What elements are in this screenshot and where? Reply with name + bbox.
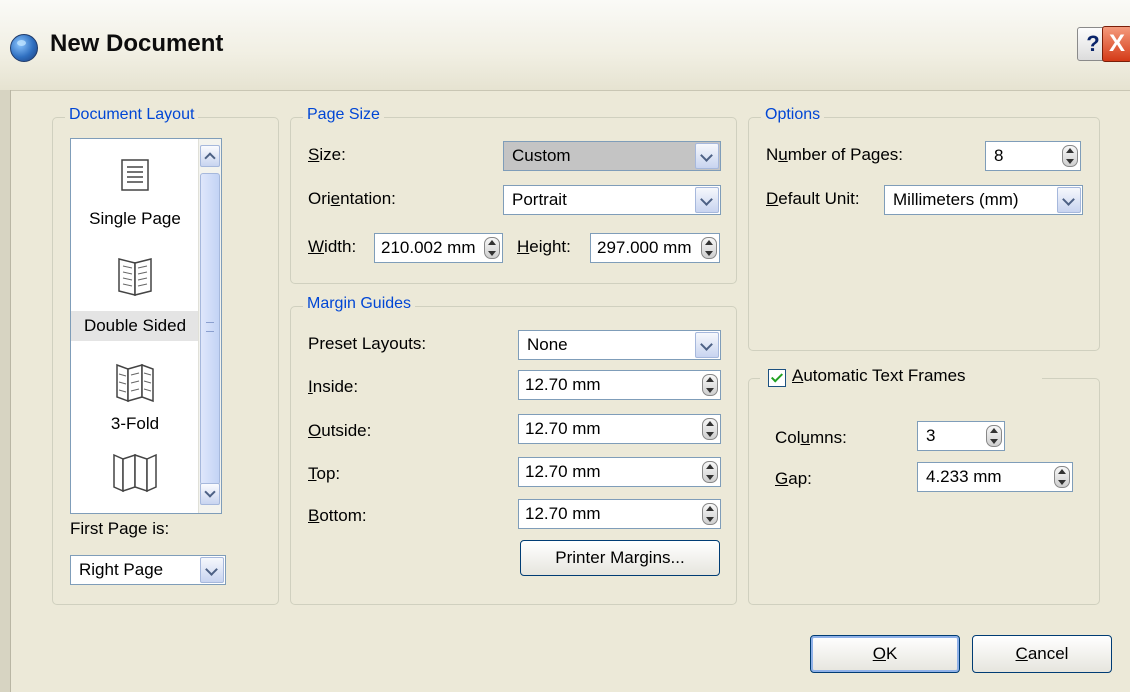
columns-value: 3 — [926, 426, 936, 445]
orientation-value: Portrait — [512, 190, 567, 209]
document-layout-legend: Document Layout — [65, 106, 199, 124]
document-layout-list[interactable]: Single Page Double Sided 3-Fold — [70, 138, 222, 514]
size-label: Size: — [308, 145, 346, 164]
printer-margins-button[interactable]: Printer Margins... — [520, 540, 720, 576]
scroll-grip-icon — [206, 322, 214, 332]
columns-spinner[interactable] — [986, 425, 1002, 447]
top-label: Top: — [308, 464, 341, 483]
globe-icon — [10, 34, 38, 62]
number-of-pages-label: Number of Pages: — [766, 145, 904, 164]
columns-input[interactable]: 3 — [917, 421, 1005, 451]
gap-input[interactable]: 4.233 mm — [917, 462, 1073, 492]
chevron-down-icon[interactable] — [695, 187, 719, 213]
number-of-pages-value: 8 — [994, 146, 1004, 165]
page-size-legend: Page Size — [303, 106, 384, 124]
layout-item-single-page[interactable]: Single Page — [71, 159, 199, 231]
margin-guides-legend: Margin Guides — [303, 295, 416, 313]
height-value: 297.000 mm — [597, 238, 692, 257]
outside-input[interactable]: 12.70 mm — [518, 414, 721, 444]
chevron-down-icon[interactable] — [695, 332, 719, 358]
close-button[interactable]: X — [1102, 26, 1130, 62]
columns-label: Columns: — [775, 428, 847, 447]
size-select[interactable]: Custom — [503, 141, 721, 171]
width-spinner[interactable] — [484, 237, 500, 259]
number-of-pages-input[interactable]: 8 — [985, 141, 1081, 171]
gap-value: 4.233 mm — [926, 467, 1002, 486]
width-value: 210.002 mm — [381, 238, 476, 257]
double-sided-icon — [118, 258, 152, 296]
default-unit-value: Millimeters (mm) — [893, 190, 1019, 209]
outside-value: 12.70 mm — [525, 419, 601, 438]
title-bar: New Document ? X — [0, 0, 1130, 91]
inside-input[interactable]: 12.70 mm — [518, 370, 721, 400]
scroll-down-button[interactable] — [200, 483, 220, 505]
layout-item-three-fold[interactable]: 3-Fold — [71, 411, 199, 437]
bottom-value: 12.70 mm — [525, 504, 601, 523]
layout-item-label: Single Page — [89, 209, 181, 228]
gap-spinner[interactable] — [1054, 466, 1070, 488]
bottom-spinner[interactable] — [702, 503, 718, 525]
chevron-down-icon[interactable] — [200, 557, 224, 583]
four-fold-icon — [113, 453, 157, 493]
height-input[interactable]: 297.000 mm — [590, 233, 720, 263]
inside-value: 12.70 mm — [525, 375, 601, 394]
default-unit-select[interactable]: Millimeters (mm) — [884, 185, 1083, 215]
layout-item-label: 3-Fold — [110, 414, 160, 433]
bottom-input[interactable]: 12.70 mm — [518, 499, 721, 529]
cancel-button[interactable]: Cancel — [972, 635, 1112, 673]
top-spinner[interactable] — [702, 461, 718, 483]
window-title: New Document — [50, 30, 224, 57]
first-page-label: First Page is: — [70, 519, 170, 538]
inside-label: Inside: — [308, 377, 359, 396]
orientation-select[interactable]: Portrait — [503, 185, 721, 215]
gap-label: Gap: — [775, 469, 812, 488]
scroll-up-button[interactable] — [200, 145, 220, 167]
inside-spinner[interactable] — [702, 374, 718, 396]
layout-list-scrollbar[interactable] — [198, 139, 221, 513]
three-fold-icon — [116, 363, 154, 403]
layout-item-double-sided[interactable]: Double Sided — [71, 311, 199, 341]
width-input[interactable]: 210.002 mm — [374, 233, 503, 263]
number-of-pages-spinner[interactable] — [1062, 145, 1078, 167]
automatic-text-frames-checkbox[interactable] — [768, 369, 786, 387]
top-input[interactable]: 12.70 mm — [518, 457, 721, 487]
orientation-label: Orientation: — [308, 189, 396, 208]
preset-layouts-select[interactable]: None — [518, 330, 721, 360]
first-page-select[interactable]: Right Page — [70, 555, 226, 585]
ok-button[interactable]: OK — [810, 635, 960, 673]
default-unit-label: Default Unit: — [766, 189, 860, 208]
scroll-thumb[interactable] — [200, 173, 220, 485]
chevron-down-icon[interactable] — [695, 143, 719, 169]
preset-layouts-label: Preset Layouts: — [308, 334, 427, 353]
options-legend: Options — [761, 106, 825, 124]
height-label: Height: — [517, 237, 571, 256]
automatic-text-frames-label: Automatic Text Frames — [792, 366, 966, 385]
first-page-value: Right Page — [79, 560, 164, 579]
top-value: 12.70 mm — [525, 462, 601, 481]
outside-spinner[interactable] — [702, 418, 718, 440]
outside-label: Outside: — [308, 421, 372, 440]
layout-item-label: Double Sided — [83, 316, 187, 335]
preset-layouts-value: None — [527, 335, 568, 354]
size-value: Custom — [512, 146, 571, 165]
bottom-label: Bottom: — [308, 506, 367, 525]
single-page-icon — [121, 159, 149, 191]
width-label: Width: — [308, 237, 357, 256]
height-spinner[interactable] — [701, 237, 717, 259]
window-border — [0, 90, 11, 692]
chevron-down-icon[interactable] — [1057, 187, 1081, 213]
